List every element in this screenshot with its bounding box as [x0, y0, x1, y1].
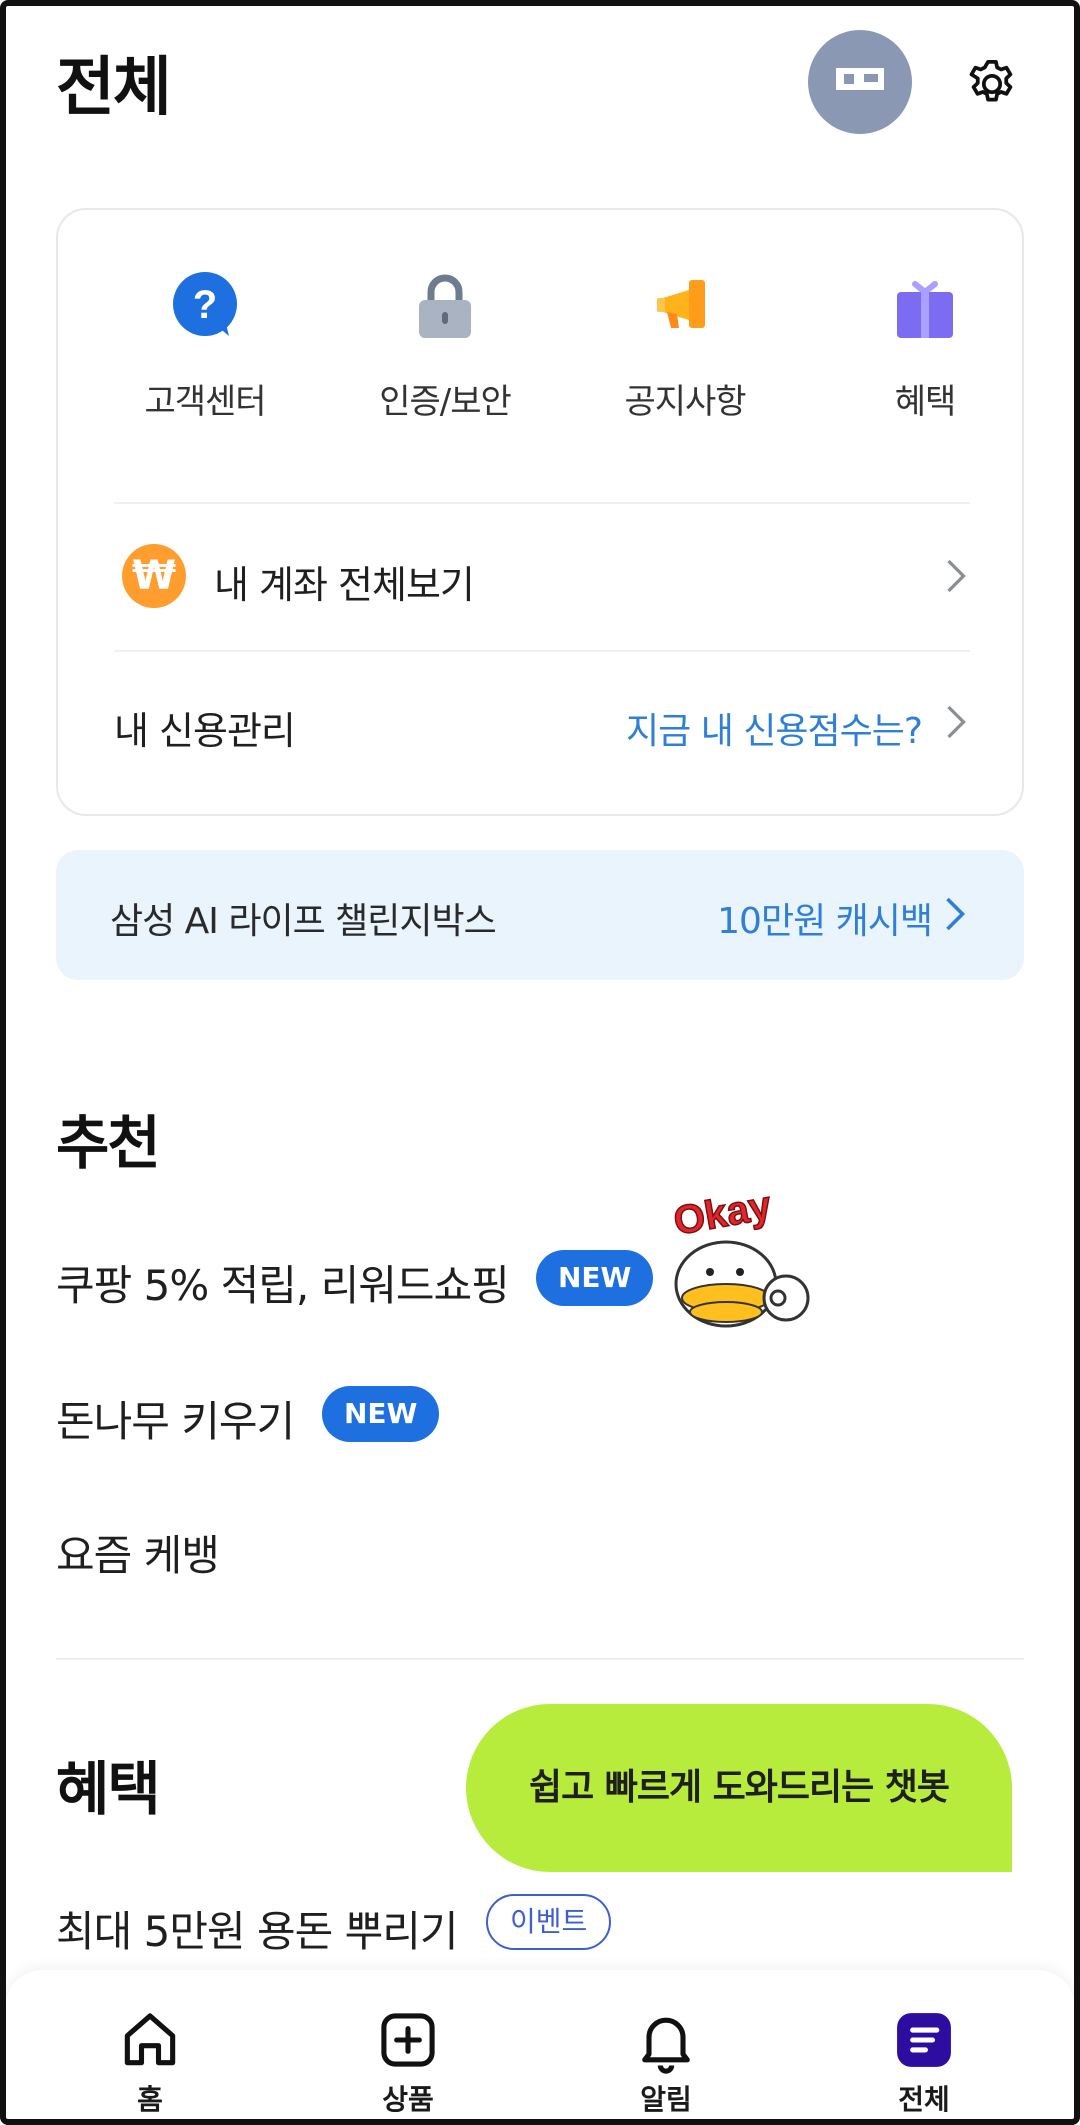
divider	[114, 502, 970, 504]
item-label: 최대 5만원 용돈 뿌리기	[56, 1907, 459, 1956]
gear-icon[interactable]	[964, 56, 1020, 112]
list-item-money-tree[interactable]: 돈나무 키우기 NEW	[56, 1378, 496, 1448]
okay-duck-sticker: Okay	[670, 1186, 810, 1328]
page-title: 전체	[56, 51, 172, 125]
accounts-row[interactable]: ₩ 내 계좌 전체보기	[114, 526, 970, 626]
chevron-right-icon	[947, 559, 966, 593]
won-icon: ₩	[122, 544, 186, 608]
avatar-icon[interactable]	[808, 30, 912, 134]
nav-label: 홈	[137, 2083, 163, 2116]
menu-icon	[897, 2013, 951, 2067]
nav-label: 상품	[382, 2083, 434, 2116]
list-item-coupang-reward[interactable]: 쿠팡 5% 적립, 리워드쇼핑 NEW	[56, 1242, 656, 1312]
svg-text:?: ?	[193, 283, 217, 327]
nav-label: 전체	[898, 2083, 950, 2116]
plus-square-icon	[381, 2013, 435, 2067]
quick-label: 공지사항	[624, 382, 746, 422]
new-badge: NEW	[322, 1386, 440, 1442]
new-badge: NEW	[536, 1250, 654, 1306]
question-bubble-icon: ?	[173, 272, 237, 336]
nav-label: 알림	[640, 2083, 692, 2116]
credit-score-link[interactable]: 지금 내 신용점수는?	[626, 702, 923, 754]
quick-label: 고객센터	[144, 382, 266, 422]
chatbot-button[interactable]: 쉽고 빠르게 도와드리는 챗봇	[466, 1704, 1012, 1872]
chevron-right-icon	[947, 705, 966, 739]
quick-menu-card: ? 고객센터 인증/보안 공지사항 혜택 ₩ 내 계좌 전체보기 내 신용관리 …	[56, 208, 1024, 816]
nav-item-products[interactable]: 상품	[338, 2006, 478, 2116]
credit-row[interactable]: 내 신용관리 지금 내 신용점수는?	[114, 672, 970, 772]
bell-icon	[642, 2017, 690, 2074]
banner-link: 10만원 캐시백	[717, 901, 933, 942]
gift-icon	[897, 281, 953, 338]
list-item-allowance-event[interactable]: 최대 5만원 용돈 뿌리기 이벤트	[56, 1888, 656, 1958]
credit-label: 내 신용관리	[114, 709, 296, 753]
header: 전체	[56, 30, 1026, 134]
quick-item-benefits[interactable]: 혜택	[820, 270, 1030, 430]
nav-item-home[interactable]: 홈	[80, 2006, 220, 2116]
item-label: 쿠팡 5% 적립, 리워드쇼핑	[56, 1261, 510, 1310]
banner-label: 삼성 AI 라이프 챌린지박스	[110, 901, 497, 942]
divider	[56, 1658, 1024, 1660]
section-title-recommend: 추천	[56, 1109, 161, 1177]
megaphone-icon	[657, 280, 705, 328]
bottom-nav: 홈 상품 알림 전체	[6, 1970, 1074, 2120]
item-label: 요즘 케뱅	[56, 1531, 220, 1580]
quick-label: 혜택	[894, 382, 957, 422]
quick-label: 인증/보안	[379, 382, 512, 422]
chevron-right-icon	[946, 897, 966, 931]
svg-text:Okay: Okay	[670, 1186, 775, 1244]
lock-icon	[419, 274, 471, 338]
quick-item-notice[interactable]: 공지사항	[580, 270, 790, 430]
item-label: 돈나무 키우기	[56, 1397, 295, 1446]
list-item-kbank-now[interactable]: 요즘 케뱅	[56, 1512, 356, 1582]
divider	[114, 650, 970, 652]
section-title-benefits: 혜택	[56, 1755, 161, 1823]
accounts-label: 내 계좌 전체보기	[214, 563, 475, 607]
home-icon	[124, 2013, 176, 2066]
nav-item-all[interactable]: 전체	[854, 2006, 994, 2116]
promo-banner[interactable]: 삼성 AI 라이프 챌린지박스 10만원 캐시백	[56, 850, 1024, 980]
event-badge: 이벤트	[486, 1894, 612, 1950]
quick-item-auth-security[interactable]: 인증/보안	[340, 270, 550, 430]
quick-item-customer-center[interactable]: ? 고객센터	[100, 270, 310, 430]
nav-item-alerts[interactable]: 알림	[596, 2006, 736, 2116]
